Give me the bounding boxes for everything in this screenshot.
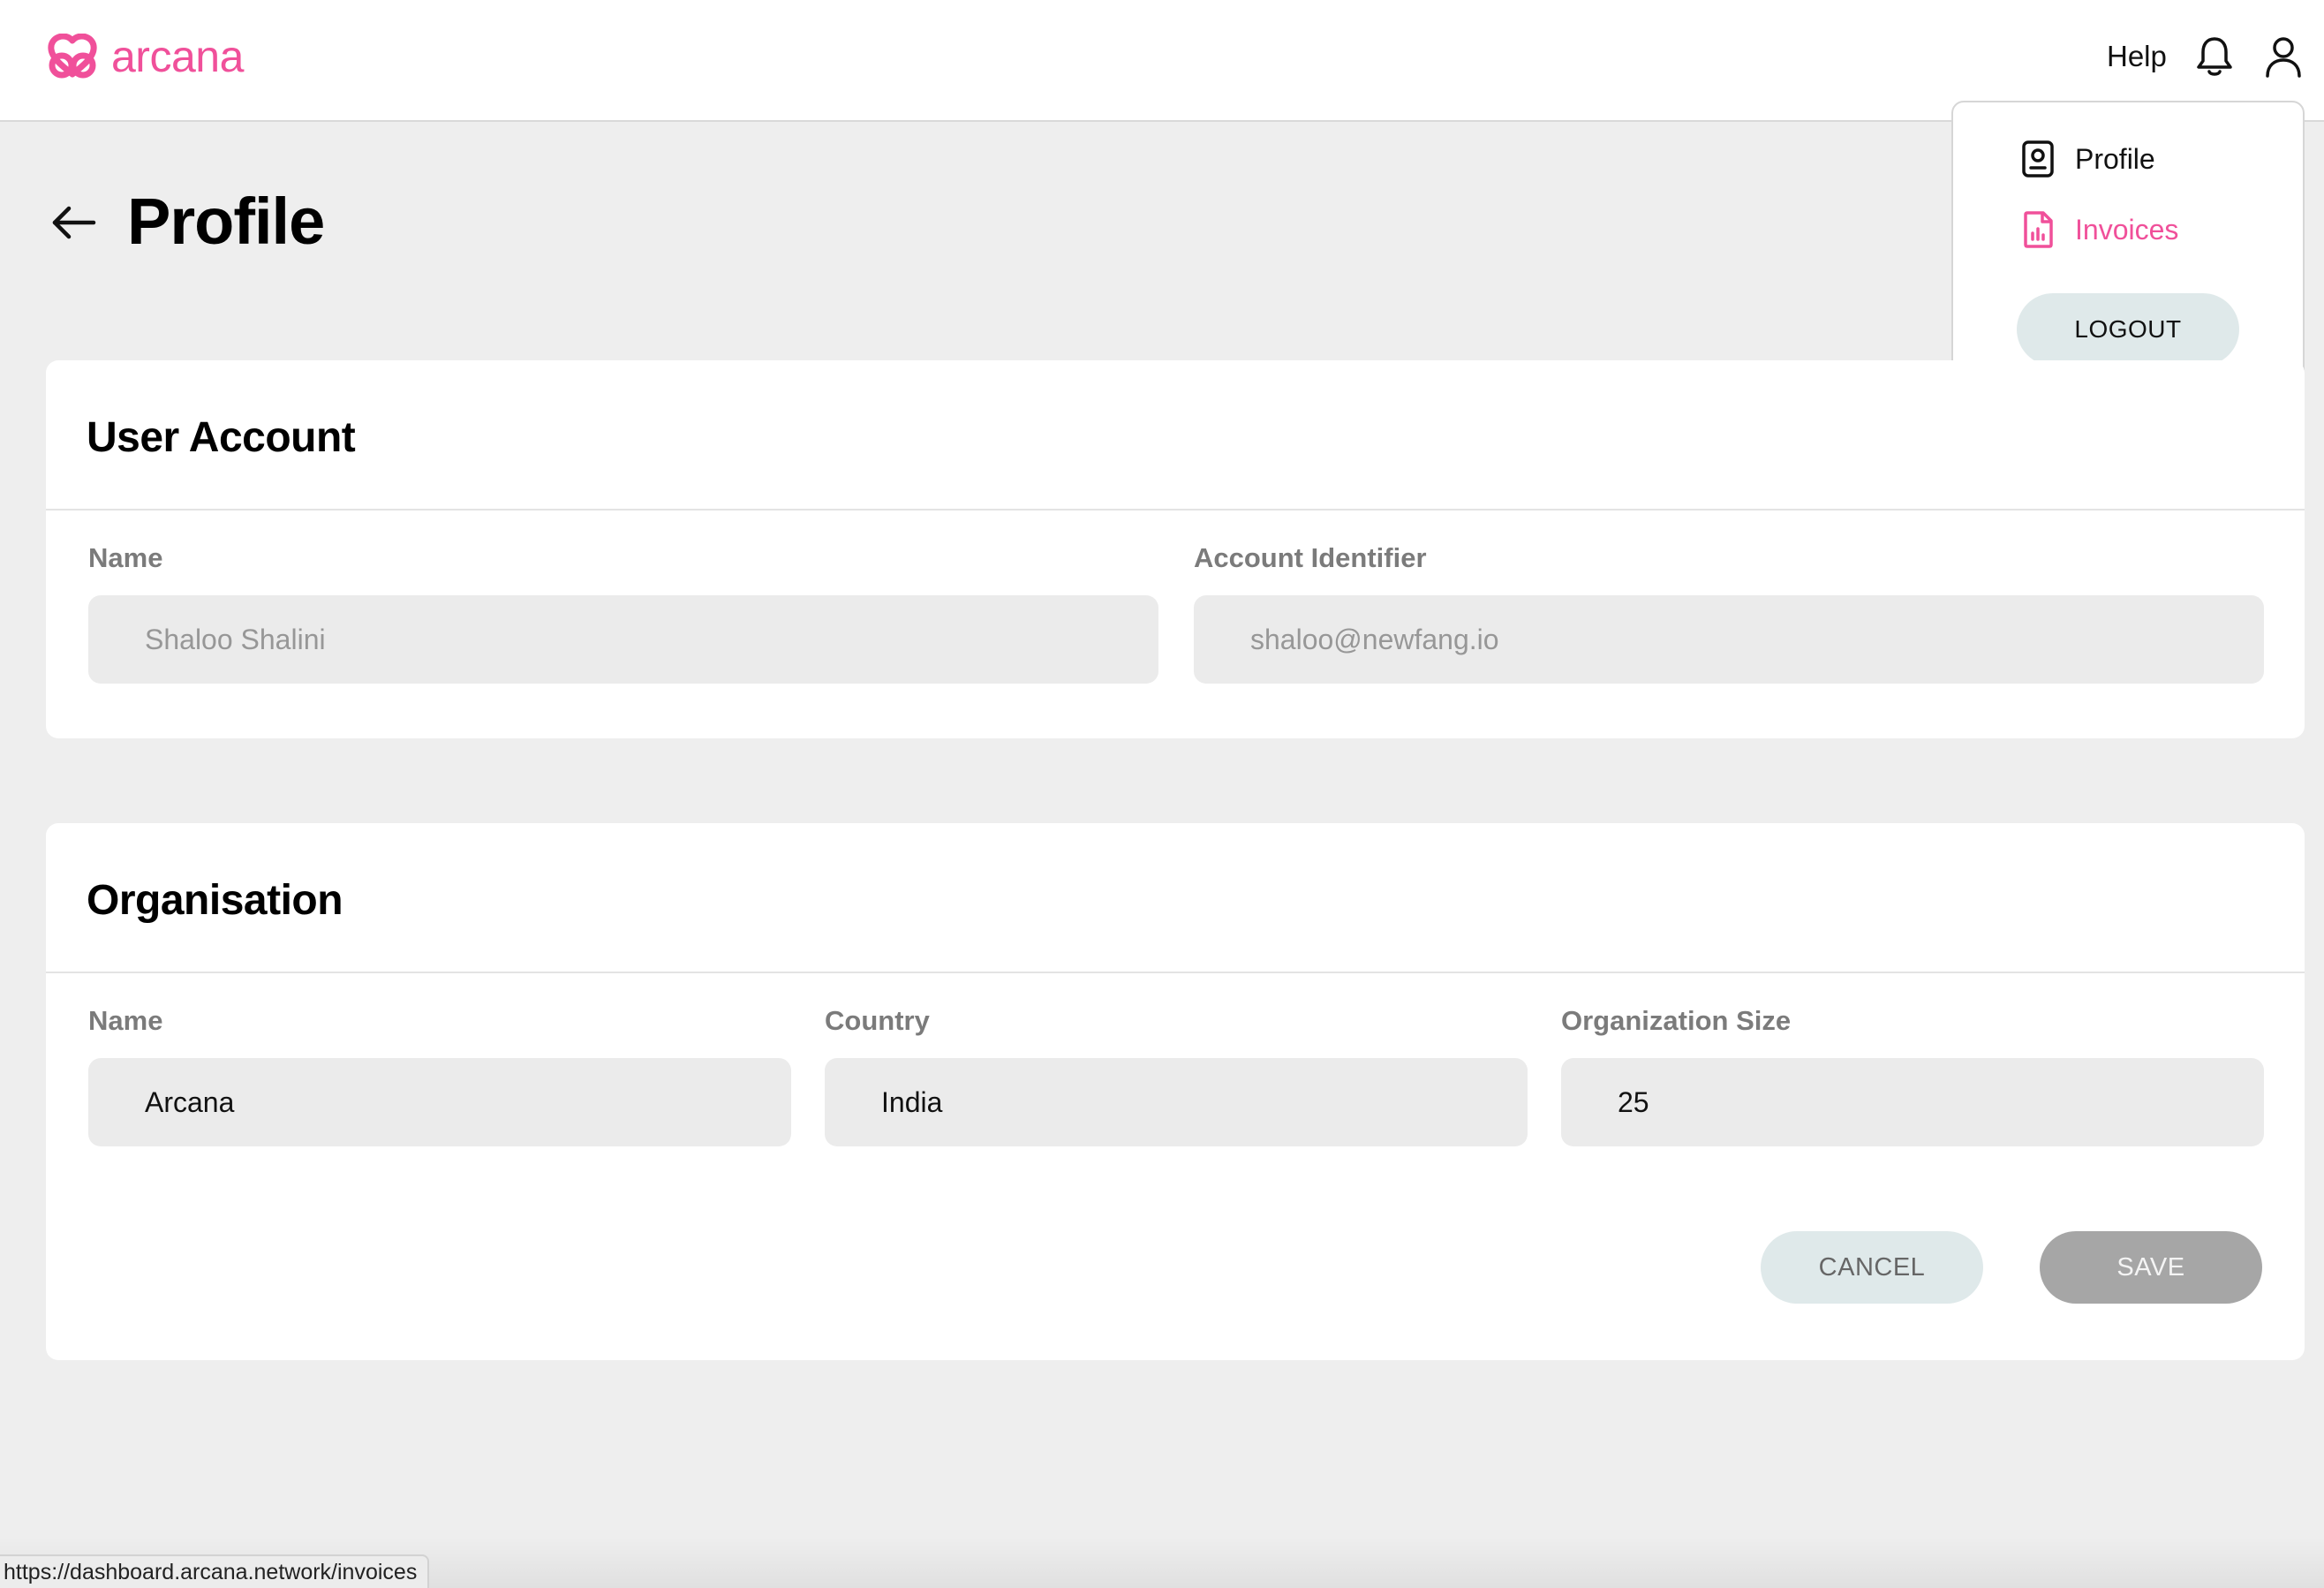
user-account-card: User Account Name Shaloo Shalini Account… bbox=[46, 360, 2305, 738]
page-title: Profile bbox=[127, 185, 325, 258]
section-divider bbox=[46, 509, 2305, 510]
org-size-label: Organization Size bbox=[1561, 1005, 1792, 1036]
organisation-card: Organisation Name Arcana Country India O… bbox=[46, 823, 2305, 1360]
menu-item-invoices[interactable]: Invoices bbox=[2020, 210, 2178, 249]
org-name-label: Name bbox=[88, 1005, 163, 1036]
user-menu-dropdown: Profile Invoices LOGOUT bbox=[1951, 101, 2305, 396]
section-divider bbox=[46, 972, 2305, 973]
profile-badge-icon bbox=[2022, 140, 2054, 178]
account-name-field: Shaloo Shalini bbox=[88, 595, 1158, 684]
arcana-logo-icon bbox=[48, 34, 97, 79]
menu-item-profile[interactable]: Profile bbox=[2020, 140, 2155, 178]
page-header: Profile bbox=[49, 182, 325, 261]
org-name-input[interactable]: Arcana bbox=[88, 1058, 791, 1146]
menu-item-invoices-label: Invoices bbox=[2075, 214, 2179, 246]
help-link[interactable]: Help bbox=[2107, 39, 2167, 74]
save-button[interactable]: SAVE bbox=[2040, 1231, 2262, 1304]
back-arrow-icon[interactable] bbox=[49, 198, 97, 246]
country-input[interactable]: India bbox=[825, 1058, 1528, 1146]
organisation-title: Organisation bbox=[87, 877, 343, 924]
cancel-button[interactable]: CANCEL bbox=[1761, 1231, 1983, 1304]
bell-icon[interactable] bbox=[2192, 34, 2237, 79]
country-label: Country bbox=[825, 1005, 930, 1036]
link-status-url: https://dashboard.arcana.network/invoice… bbox=[0, 1554, 430, 1588]
account-identifier-label: Account Identifier bbox=[1194, 542, 1427, 573]
invoice-chart-icon bbox=[2024, 211, 2053, 248]
user-icon[interactable] bbox=[2260, 34, 2306, 79]
account-name-label: Name bbox=[88, 542, 163, 573]
account-identifier-field: shaloo@newfang.io bbox=[1194, 595, 2264, 684]
menu-item-profile-label: Profile bbox=[2075, 143, 2155, 175]
org-size-input[interactable]: 25 bbox=[1561, 1058, 2264, 1146]
arcana-logo[interactable]: arcana bbox=[44, 32, 244, 81]
brand-name: arcana bbox=[111, 32, 244, 81]
user-account-title: User Account bbox=[87, 414, 356, 461]
logout-button[interactable]: LOGOUT bbox=[2017, 293, 2239, 366]
